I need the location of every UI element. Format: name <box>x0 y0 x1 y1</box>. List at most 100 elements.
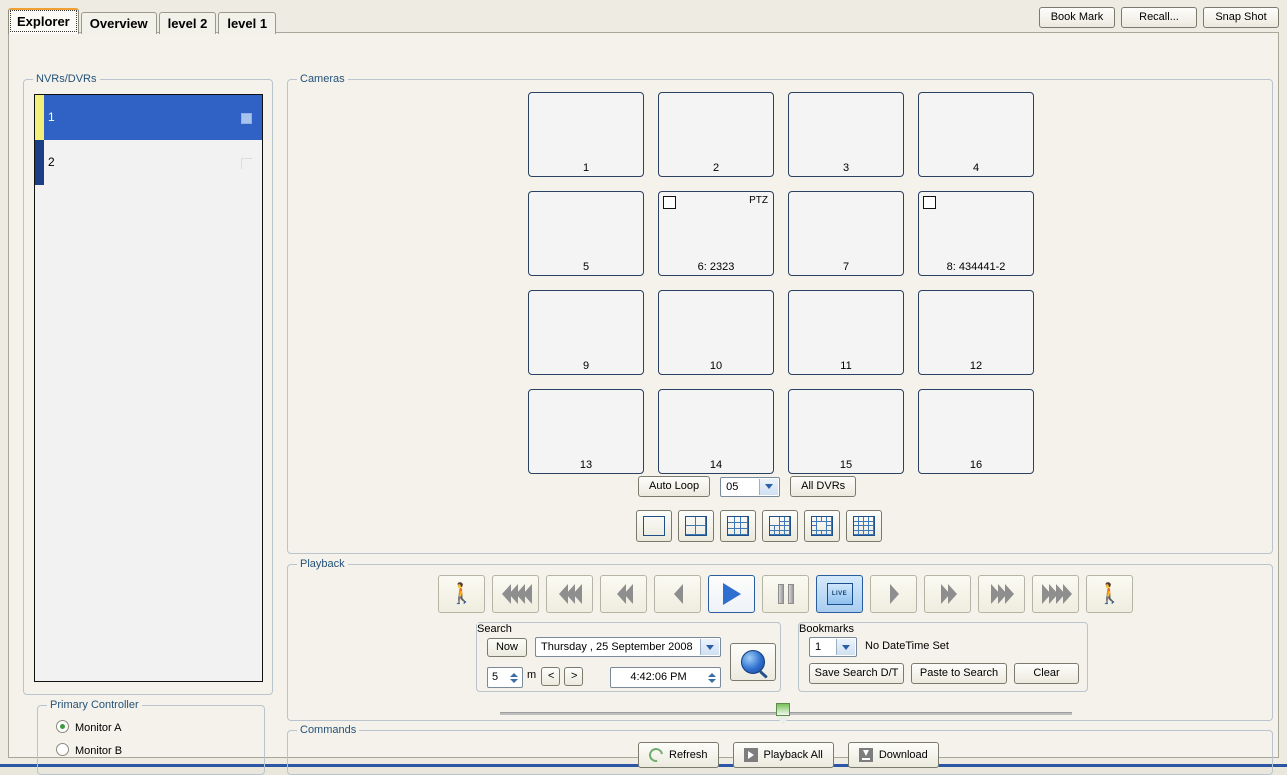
search-time-value: 4:42:06 PM <box>630 671 687 683</box>
tab-explorer[interactable]: Explorer <box>8 8 79 34</box>
timeline-thumb[interactable] <box>776 703 790 725</box>
tab-level-1[interactable]: level 1 <box>218 12 277 34</box>
chevron-down-icon[interactable] <box>759 478 779 495</box>
nvr-dvr-group-title: NVRs/DVRs <box>33 73 100 85</box>
clear-bookmark-button[interactable]: Clear <box>1014 663 1079 684</box>
paste-to-search-button[interactable]: Paste to Search <box>911 663 1007 684</box>
camera-label: 16 <box>969 459 983 471</box>
now-button[interactable]: Now <box>487 638 527 657</box>
primary-controller-group: Primary Controller Monitor A Monitor B <box>37 699 265 775</box>
camera-cell[interactable]: 8: 434441-2 <box>918 191 1034 276</box>
camera-cell[interactable]: PTZ 6: 2323 <box>658 191 774 276</box>
camera-cell[interactable]: 4 <box>918 92 1034 177</box>
layout-1plus-button[interactable] <box>762 510 798 542</box>
snap-shot-button[interactable]: Snap Shot <box>1203 7 1279 28</box>
layout-4x4-button[interactable] <box>846 510 882 542</box>
save-search-dt-button[interactable]: Save Search D/T <box>809 663 904 684</box>
camera-cell[interactable]: 15 <box>788 389 904 474</box>
grid-icon <box>811 516 833 536</box>
camera-cell[interactable]: 11 <box>788 290 904 375</box>
refresh-button[interactable]: Refresh <box>638 742 719 768</box>
camera-cell[interactable]: 3 <box>788 92 904 177</box>
camera-cell[interactable]: 10 <box>658 290 774 375</box>
layout-1x1-button[interactable] <box>636 510 672 542</box>
interval-spinner[interactable]: 5 <box>487 667 523 688</box>
camera-cell[interactable]: 5 <box>528 191 644 276</box>
play-icon <box>743 748 758 762</box>
transport-controls: 🚶 LIVE 🚶 <box>438 575 1133 613</box>
radio-monitor-b[interactable]: Monitor B <box>56 743 122 759</box>
layout-3x3-button[interactable] <box>720 510 756 542</box>
rewind-2x-button[interactable] <box>600 575 647 613</box>
step-back-frame-button[interactable]: 🚶 <box>438 575 485 613</box>
rewind-3x-button[interactable] <box>546 575 593 613</box>
download-button[interactable]: Download <box>847 742 939 768</box>
camera-cell[interactable]: 1 <box>528 92 644 177</box>
grid-icon <box>769 516 791 536</box>
tab-overview[interactable]: Overview <box>80 12 157 34</box>
forward-2x-button[interactable] <box>924 575 971 613</box>
pause-button[interactable] <box>762 575 809 613</box>
play-icon <box>722 583 741 605</box>
playback-all-button[interactable]: Playback All <box>732 742 834 768</box>
spinner-arrows-icon[interactable] <box>705 669 719 686</box>
all-dvrs-button[interactable]: All DVRs <box>790 476 857 497</box>
download-icon <box>858 748 873 762</box>
chevron-down-icon[interactable] <box>836 639 855 655</box>
camera-label: 15 <box>839 459 853 471</box>
recall-button[interactable]: Recall... <box>1121 7 1197 28</box>
search-date-select[interactable]: Thursday , 25 September 2008 <box>535 637 721 657</box>
search-button[interactable] <box>730 643 776 681</box>
loop-interval-select[interactable]: 05 <box>720 476 781 497</box>
step-prev-button[interactable]: < <box>541 667 560 686</box>
camera-cell[interactable]: 13 <box>528 389 644 474</box>
playback-timeline-slider[interactable] <box>500 703 1072 725</box>
camera-cell[interactable]: 12 <box>918 290 1034 375</box>
book-mark-button[interactable]: Book Mark <box>1039 7 1115 28</box>
chevron-group-icon <box>559 584 582 604</box>
live-button[interactable]: LIVE <box>816 575 863 613</box>
camera-cell[interactable]: 7 <box>788 191 904 276</box>
command-label: Playback All <box>763 749 823 761</box>
camera-cell[interactable]: 16 <box>918 389 1034 474</box>
chevron-group-icon <box>991 584 1014 604</box>
nvr-item-label: 1 <box>48 110 55 124</box>
nvr-item-indicator <box>241 113 252 124</box>
search-time-spinner[interactable]: 4:42:06 PM <box>610 667 721 688</box>
auto-loop-button[interactable]: Auto Loop <box>638 476 711 497</box>
step-forward-frame-button[interactable]: 🚶 <box>1086 575 1133 613</box>
nvr-list-item[interactable]: 1 <box>35 95 262 140</box>
radio-icon[interactable] <box>56 720 69 733</box>
play-button[interactable] <box>708 575 755 613</box>
camera-label: 2 <box>712 162 720 174</box>
forward-4x-button[interactable] <box>1032 575 1079 613</box>
bookmark-index-select[interactable]: 1 <box>809 637 857 657</box>
layout-2x2-button[interactable] <box>678 510 714 542</box>
radio-icon[interactable] <box>56 743 69 756</box>
camera-label: 3 <box>842 162 850 174</box>
forward-1x-button[interactable] <box>870 575 917 613</box>
camera-cell[interactable]: 14 <box>658 389 774 474</box>
radio-label: Monitor A <box>75 722 122 734</box>
nvr-item-label: 2 <box>48 155 55 169</box>
chevron-group-icon <box>501 584 532 604</box>
chevron-group-icon <box>940 584 957 604</box>
tab-level-2[interactable]: level 2 <box>158 12 217 34</box>
forward-3x-button[interactable] <box>978 575 1025 613</box>
rewind-4x-button[interactable] <box>492 575 539 613</box>
camera-cell[interactable]: 2 <box>658 92 774 177</box>
spinner-arrows-icon[interactable] <box>507 669 521 686</box>
radio-monitor-a[interactable]: Monitor A <box>56 720 121 736</box>
camera-select-checkbox[interactable] <box>923 196 936 209</box>
nvr-dvr-list[interactable]: 12 <box>34 94 263 682</box>
step-next-button[interactable]: > <box>564 667 583 686</box>
camera-row: 1 2 3 4 <box>528 92 1034 177</box>
chevron-down-icon[interactable] <box>700 639 719 655</box>
layout-center-large-button[interactable] <box>804 510 840 542</box>
camera-select-checkbox[interactable] <box>663 196 676 209</box>
rewind-1x-button[interactable] <box>654 575 701 613</box>
camera-cell[interactable]: 9 <box>528 290 644 375</box>
camera-toolbar: Auto Loop 05 All DVRs <box>638 476 857 497</box>
nvr-list-item[interactable]: 2 <box>35 140 262 185</box>
status-stripe <box>35 140 44 185</box>
